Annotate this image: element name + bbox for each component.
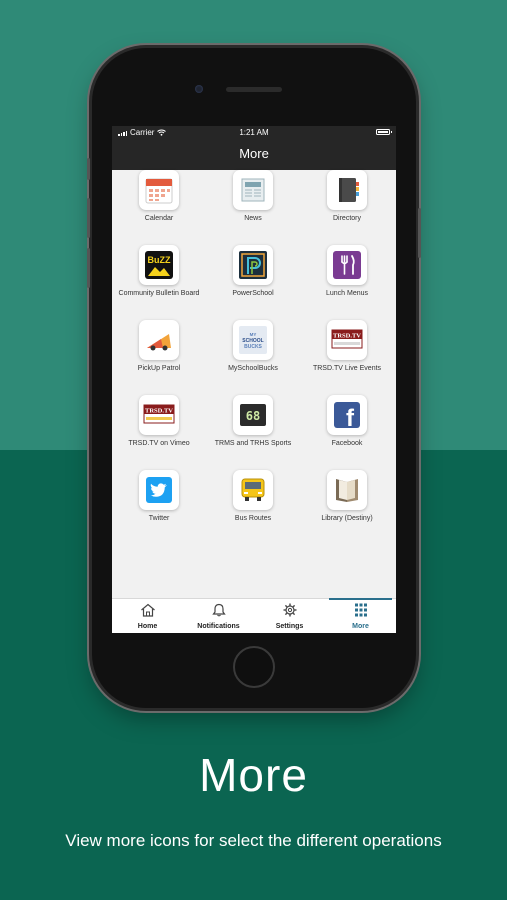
tab-notifications[interactable]: Notifications [183, 599, 254, 633]
tile-trsd-tv-live[interactable]: TRSD.TV TRSD.TV Live Events [300, 320, 394, 373]
trsd-tv-icon: TRSD.TV [331, 329, 363, 349]
tab-label: Settings [275, 623, 304, 630]
tab-settings[interactable]: Settings [254, 599, 325, 633]
phone-frame: Carrier 1:21 AM More Calendar News Direc… [87, 48, 421, 708]
tab-home[interactable]: Home [112, 599, 183, 633]
facebook-icon: f [334, 402, 360, 431]
status-bar: Carrier 1:21 AM [112, 126, 396, 140]
tile-label: TRMS and TRHS Sports [214, 440, 292, 447]
status-time: 1:21 AM [239, 128, 269, 137]
school-bus-icon [241, 478, 265, 501]
newspaper-icon [241, 178, 265, 202]
tile-library[interactable]: Library (Destiny) [300, 470, 394, 523]
trsd-tv-vimeo-icon: TRSD.TV [143, 404, 175, 424]
tile-label: News [244, 215, 262, 222]
tile-facebook[interactable]: f Facebook [300, 395, 394, 448]
calendar-icon [145, 178, 173, 204]
tile-lunch-menus[interactable]: Lunch Menus [300, 245, 394, 298]
gear-icon [283, 603, 296, 617]
app-screen: Carrier 1:21 AM More Calendar News Direc… [112, 126, 396, 633]
tab-label: Notifications [197, 623, 240, 630]
msb-text-1: MY [250, 332, 257, 337]
tile-label: Bus Routes [234, 515, 272, 522]
tile-calendar[interactable]: Calendar [112, 170, 206, 223]
tile-label: TRSD.TV Live Events [312, 365, 382, 372]
tile-label: MySchoolBucks [228, 365, 278, 372]
directory-book-icon [339, 178, 359, 202]
tile-label: Facebook [331, 440, 363, 447]
tile-label: PickUp Patrol [137, 365, 181, 372]
trsd-text: TRSD.TV [333, 333, 361, 340]
tab-more[interactable]: More [325, 598, 396, 633]
mute-switch [87, 158, 90, 180]
bell-icon [211, 603, 226, 617]
tile-label: Lunch Menus [325, 290, 369, 297]
tab-label: More [352, 623, 369, 630]
myschoolbucks-icon: MYSCHOOLBUCKS [239, 326, 267, 354]
grid-dots-icon [354, 603, 367, 617]
tile-myschoolbucks[interactable]: MY SCHOOL BUCKS MySchoolBucks [206, 320, 300, 373]
tile-sports[interactable]: 68 TRMS and TRHS Sports [206, 395, 300, 448]
tab-bar: Home Notifications Settings More [112, 598, 396, 633]
score-text: 68 [246, 409, 260, 423]
twitter-bird-icon [146, 477, 172, 503]
battery-icon [376, 129, 392, 135]
facebook-f-text: f [346, 405, 355, 431]
volume-down-button [87, 248, 90, 288]
power-button [418, 208, 421, 258]
powerschool-logo-icon [239, 251, 267, 279]
tile-label: TRSD.TV on Vimeo [128, 440, 190, 447]
tile-twitter[interactable]: Twitter [112, 470, 206, 523]
nav-title: More [112, 140, 396, 170]
trsd-vimeo-text: TRSD.TV [145, 408, 173, 415]
open-book-icon [336, 479, 358, 502]
home-button[interactable] [233, 646, 275, 688]
front-camera [195, 85, 203, 93]
msb-text-3: BUCKS [244, 344, 262, 350]
tile-directory[interactable]: Directory [300, 170, 394, 223]
tile-trsd-tv-vimeo[interactable]: TRSD.TV TRSD.TV on Vimeo [112, 395, 206, 448]
tile-news[interactable]: News [206, 170, 300, 223]
tile-label: Community Bulletin Board [118, 290, 200, 297]
tile-bus-routes[interactable]: Bus Routes [206, 470, 300, 523]
caption-subtitle: View more icons for select the different… [65, 831, 442, 850]
buzz-bulletin-icon: BuZZ [145, 251, 173, 279]
tile-pickup-patrol[interactable]: PickUp Patrol [112, 320, 206, 373]
scoreboard-icon: 68 [240, 404, 266, 426]
tile-label: Library (Destiny) [321, 515, 373, 522]
volume-up-button [87, 198, 90, 238]
home-icon [140, 603, 155, 617]
pickup-patrol-icon [147, 334, 171, 351]
tile-powerschool[interactable]: PowerSchool [206, 245, 300, 298]
tile-label: PowerSchool [232, 290, 274, 297]
tab-label: Home [137, 623, 158, 630]
buzz-text: BuZZ [148, 255, 171, 265]
earpiece-speaker [226, 87, 282, 92]
caption-title: More [199, 749, 308, 801]
tile-label: Calendar [144, 215, 174, 222]
tile-label: Twitter [148, 515, 170, 522]
fork-knife-icon [333, 251, 361, 279]
tile-label: Directory [332, 215, 361, 222]
tile-community-bulletin[interactable]: BuZZ Community Bulletin Board [112, 245, 206, 298]
